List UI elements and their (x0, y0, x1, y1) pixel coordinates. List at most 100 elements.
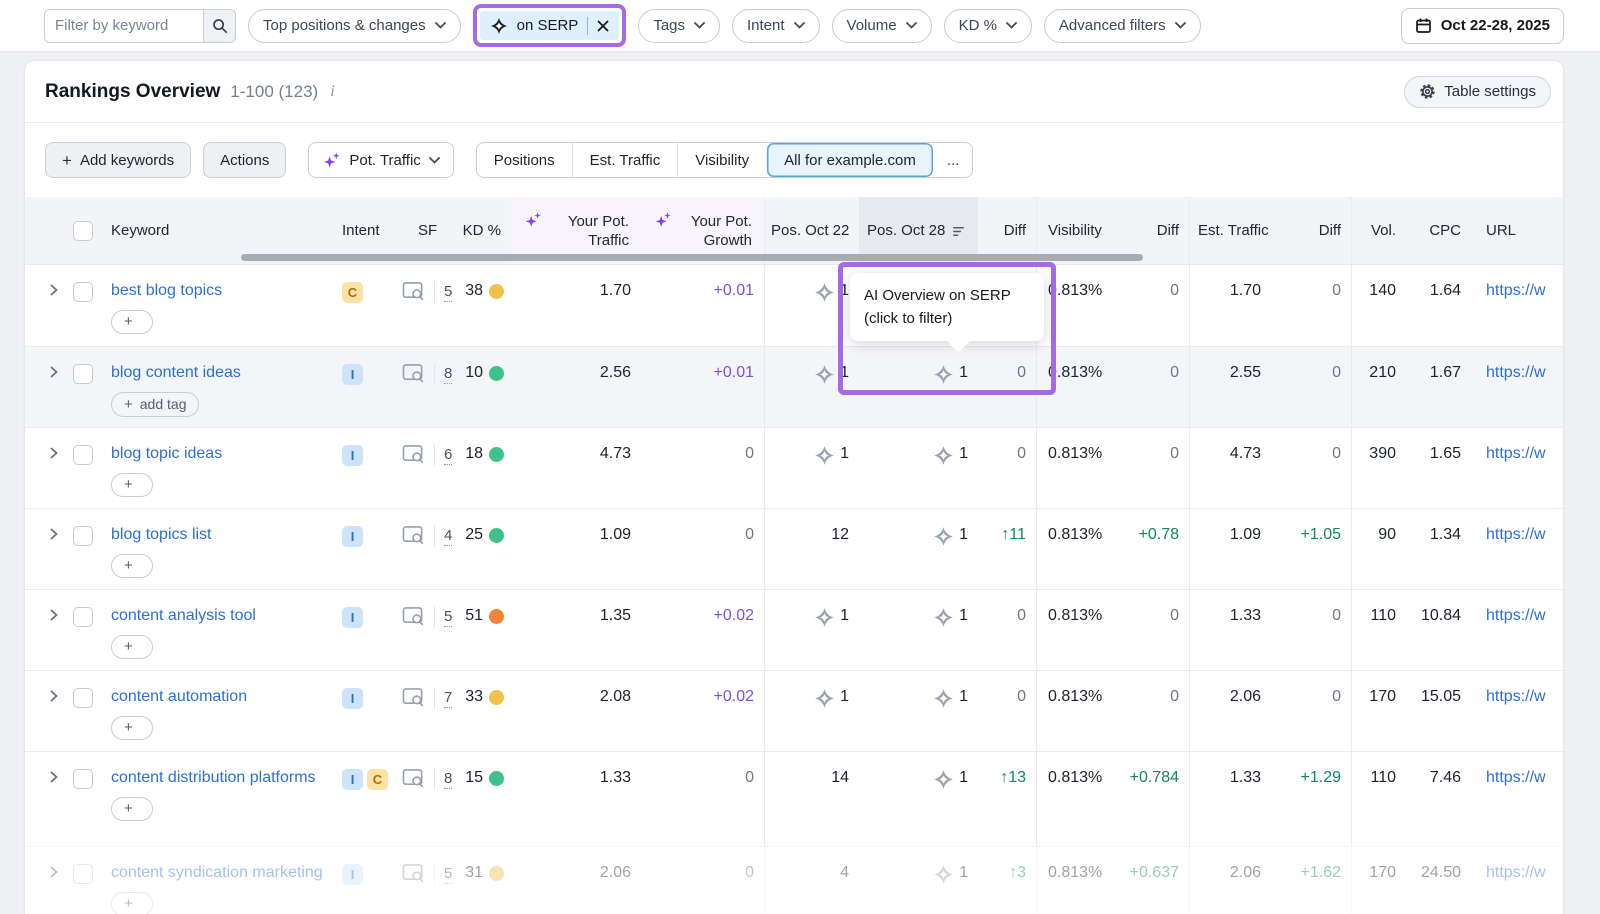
ai-overview-icon[interactable] (933, 364, 954, 385)
select-all-checkbox[interactable] (73, 221, 93, 241)
result-url-link[interactable]: https://w (1486, 607, 1546, 624)
col-cpc[interactable]: CPC (1406, 197, 1471, 264)
keyword-link[interactable]: content analysis tool (111, 605, 256, 626)
ai-overview-icon[interactable] (933, 607, 954, 628)
tags-dropdown[interactable]: Tags (638, 9, 720, 43)
keyword-filter-input[interactable] (45, 10, 203, 42)
ai-overview-icon[interactable] (933, 864, 954, 885)
row-checkbox[interactable] (73, 282, 93, 302)
search-button[interactable] (203, 10, 235, 42)
pos-oct28-value[interactable]: 1 (859, 265, 978, 346)
ai-overview-icon[interactable] (814, 607, 835, 628)
serp-features-count[interactable]: 8 (444, 769, 452, 789)
pos-oct28-value[interactable]: 1 (859, 671, 978, 751)
pos-oct22-value[interactable]: 14 (764, 752, 859, 846)
keyword-link[interactable]: blog topic ideas (111, 443, 222, 464)
row-checkbox[interactable] (73, 526, 93, 546)
serp-features-icon[interactable] (402, 363, 425, 384)
row-checkbox[interactable] (73, 688, 93, 708)
advanced-filters-dropdown[interactable]: Advanced filters (1044, 9, 1201, 43)
result-url-link[interactable]: https://w (1486, 526, 1546, 543)
serp-features-count[interactable]: 8 (444, 364, 452, 384)
result-url-link[interactable]: https://w (1486, 769, 1546, 786)
pos-oct28-value[interactable]: 1 (859, 590, 978, 670)
add-tag-button[interactable]: +add tag (111, 392, 199, 417)
pot-traffic-dropdown[interactable]: Pot. Traffic (308, 142, 453, 178)
add-tag-button[interactable]: + (111, 554, 153, 578)
row-checkbox[interactable] (73, 445, 93, 465)
pos-oct28-value[interactable]: 1 (859, 347, 978, 427)
expand-row-icon[interactable] (47, 526, 61, 542)
result-url-link[interactable]: https://w (1486, 364, 1546, 381)
pos-oct22-value[interactable]: 12 (764, 509, 859, 589)
ai-overview-icon[interactable] (814, 364, 835, 385)
pos-oct22-value[interactable]: 4 (764, 847, 859, 914)
table-settings-button[interactable]: Table settings (1404, 76, 1551, 108)
serp-filter-chip[interactable]: on SERP (480, 11, 620, 40)
ai-overview-icon[interactable] (933, 445, 954, 466)
serp-features-icon[interactable] (402, 525, 425, 546)
serp-features-count[interactable]: 5 (444, 282, 452, 302)
col-volume[interactable]: Vol. (1351, 197, 1406, 264)
serp-features-count[interactable]: 6 (444, 445, 452, 465)
expand-row-icon[interactable] (47, 688, 61, 704)
remove-filter-icon[interactable] (597, 20, 609, 32)
row-checkbox[interactable] (73, 769, 93, 789)
result-url-link[interactable]: https://w (1486, 688, 1546, 705)
pos-oct22-value[interactable]: 1 (764, 265, 859, 346)
ai-overview-icon[interactable] (933, 769, 954, 790)
actions-button[interactable]: Actions (203, 142, 286, 178)
tab-est-traffic[interactable]: Est. Traffic (572, 143, 678, 177)
serp-features-icon[interactable] (402, 687, 425, 708)
col-est-traffic-diff[interactable]: Diff (1271, 197, 1351, 264)
pos-oct28-value[interactable]: 1 (859, 752, 978, 846)
serp-features-count[interactable]: 5 (444, 864, 452, 884)
row-checkbox[interactable] (73, 864, 93, 884)
col-est-traffic[interactable]: Est. Traffic (1189, 197, 1271, 264)
horizontal-scrollbar[interactable] (241, 254, 1143, 261)
expand-row-icon[interactable] (47, 769, 61, 785)
kd-dropdown[interactable]: KD % (944, 9, 1032, 43)
add-tag-button[interactable]: + (111, 892, 153, 914)
serp-features-icon[interactable] (402, 281, 425, 302)
add-keywords-button[interactable]: +Add keywords (45, 142, 191, 178)
serp-features-icon[interactable] (402, 606, 425, 627)
expand-row-icon[interactable] (47, 607, 61, 623)
serp-features-icon[interactable] (402, 863, 425, 884)
pos-oct22-value[interactable]: 1 (764, 347, 859, 427)
add-tag-button[interactable]: + (111, 635, 153, 659)
keyword-link[interactable]: content automation (111, 686, 247, 707)
row-checkbox[interactable] (73, 364, 93, 384)
result-url-link[interactable]: https://w (1486, 282, 1546, 299)
ai-overview-icon[interactable] (814, 282, 835, 303)
pos-oct28-value[interactable]: 1 (859, 428, 978, 508)
intent-dropdown[interactable]: Intent (732, 9, 820, 43)
add-tag-button[interactable]: + (111, 716, 153, 740)
add-tag-button[interactable]: + (111, 473, 153, 497)
ai-overview-icon[interactable] (933, 526, 954, 547)
pos-oct22-value[interactable]: 1 (764, 428, 859, 508)
ai-overview-icon[interactable] (814, 445, 835, 466)
result-url-link[interactable]: https://w (1486, 864, 1546, 881)
keyword-link[interactable]: content distribution platforms (111, 767, 316, 788)
add-tag-button[interactable]: + (111, 310, 153, 334)
expand-row-icon[interactable] (47, 445, 61, 461)
pos-oct28-value[interactable]: 1 (859, 509, 978, 589)
date-range-button[interactable]: Oct 22-28, 2025 (1401, 8, 1564, 44)
pos-oct28-value[interactable]: 1 (859, 847, 978, 914)
add-tag-button[interactable]: + (111, 797, 153, 821)
keyword-link[interactable]: best blog topics (111, 280, 222, 301)
tabs-more-button[interactable]: ... (933, 143, 973, 177)
result-url-link[interactable]: https://w (1486, 445, 1546, 462)
tab-positions[interactable]: Positions (477, 143, 572, 177)
expand-row-icon[interactable] (47, 364, 61, 380)
pos-oct22-value[interactable]: 1 (764, 590, 859, 670)
tab-visibility[interactable]: Visibility (677, 143, 766, 177)
volume-dropdown[interactable]: Volume (832, 9, 932, 43)
serp-features-count[interactable]: 4 (444, 526, 452, 546)
serp-features-count[interactable]: 7 (444, 688, 452, 708)
keyword-link[interactable]: content syndication marketing (111, 862, 323, 883)
expand-row-icon[interactable] (47, 282, 61, 298)
keyword-link[interactable]: blog topics list (111, 524, 212, 545)
serp-features-icon[interactable] (402, 768, 425, 789)
